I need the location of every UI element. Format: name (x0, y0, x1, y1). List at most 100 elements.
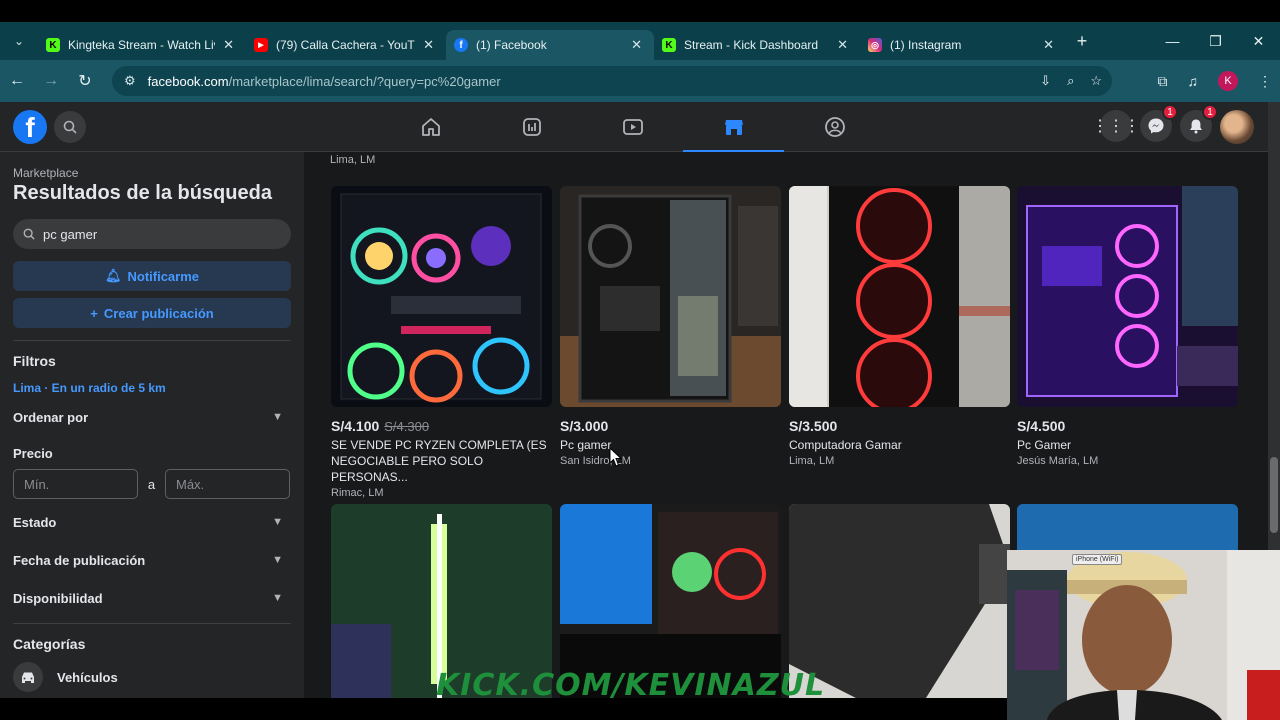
min-price-field[interactable]: Mín. (13, 469, 138, 499)
listing-photo[interactable] (789, 186, 1010, 407)
close-icon[interactable]: ✕ (223, 37, 234, 53)
tab-facebook[interactable]: f (1) Facebook ✕ (446, 30, 654, 60)
listing-title: SE VENDE PC RYZEN COMPLETA (ES NEGOCIABL… (331, 438, 547, 484)
max-price-field[interactable]: Máx. (165, 469, 290, 499)
profile-avatar[interactable]: K (1218, 71, 1238, 91)
facebook-main-nav (380, 102, 885, 153)
nav-marketplace[interactable] (683, 102, 784, 153)
listing-photo[interactable] (1017, 186, 1238, 407)
sort-dropdown[interactable]: Ordenar por ▼ (13, 406, 291, 428)
nav-groups[interactable] (784, 102, 885, 152)
camera-source-label: iPhone (WiFi) (1072, 554, 1123, 565)
listing-price: S/3.000 (560, 418, 781, 434)
chevron-down-icon: ⌄ (13, 34, 25, 48)
marketplace-search-input[interactable]: pc gamer (13, 219, 291, 249)
listing-location: Lima, LM (330, 154, 376, 166)
nav-home[interactable] (380, 102, 481, 152)
restore-icon[interactable]: ❐ (1194, 33, 1237, 50)
chevron-down-icon: ▼ (272, 554, 283, 566)
nav-feeds[interactable] (481, 102, 582, 152)
price-separator: a (147, 476, 156, 492)
notify-button[interactable]: 🔔︎ Notificarme (13, 261, 291, 291)
extensions-icon[interactable]: ⧉ (1158, 73, 1168, 90)
facebook-header: f ⋮⋮⋮ 1 1 (0, 102, 1268, 153)
forward-icon[interactable]: → (34, 72, 68, 90)
breadcrumb-marketplace[interactable]: Marketplace (13, 166, 291, 180)
url-field[interactable]: ⚙ facebook.com/marketplace/lima/search/?… (112, 66, 1112, 96)
availability-dropdown[interactable]: Disponibilidad ▼ (13, 587, 291, 609)
scrollbar-thumb[interactable] (1270, 457, 1278, 533)
install-app-icon[interactable]: ⇩ (1040, 73, 1051, 89)
tab-strip: ⌄ K Kingteka Stream - Watch Liv ✕ ▶ (79)… (0, 22, 1280, 60)
new-tab-button[interactable]: + (1066, 31, 1098, 52)
date-listed-dropdown[interactable]: Fecha de publicación ▼ (13, 549, 291, 571)
create-listing-button[interactable]: + Crear publicación (13, 298, 291, 328)
divider (13, 623, 291, 624)
video-icon (622, 119, 643, 135)
site-settings-icon[interactable]: ⚙ (124, 73, 136, 89)
reload-icon[interactable]: ↻ (68, 71, 102, 91)
listing-card[interactable]: S/4.500 Pc Gamer Jesús María, LM (1017, 186, 1238, 467)
listing-card[interactable]: S/3.500 Computadora Gamar Lima, LM (789, 186, 1010, 467)
close-window-icon[interactable]: ✕ (1237, 33, 1280, 50)
kick-icon: K (46, 38, 60, 52)
zoom-icon[interactable]: ⌕ (1067, 73, 1074, 89)
kick-icon: K (662, 38, 676, 52)
media-control-icon[interactable]: ♫ (1188, 73, 1199, 89)
groups-icon (824, 117, 845, 137)
close-icon[interactable]: ✕ (837, 37, 848, 53)
page-title: Resultados de la búsqueda (13, 182, 272, 204)
tab-title: (1) Instagram (890, 38, 962, 52)
feeds-icon (522, 118, 541, 136)
facebook-search-button[interactable] (54, 111, 86, 143)
close-icon[interactable]: ✕ (1043, 37, 1054, 53)
nav-video[interactable] (582, 102, 683, 152)
tab-title: (1) Facebook (476, 38, 547, 52)
location-filter-link[interactable]: Lima · En un radio de 5 km (13, 381, 291, 395)
condition-dropdown[interactable]: Estado ▼ (13, 511, 291, 533)
listing-photo[interactable] (560, 186, 781, 407)
tab-youtube[interactable]: ▶ (79) Calla Cachera - YouTube ✕ (246, 30, 446, 60)
price-label: Precio (13, 445, 53, 461)
notifications-button[interactable]: 1 (1180, 104, 1218, 142)
listing-price: S/4.500 (1017, 418, 1238, 434)
marketplace-sidebar: Marketplace Resultados de la búsqueda pc… (0, 152, 304, 698)
category-vehicles[interactable]: Vehículos (13, 662, 291, 692)
close-icon[interactable]: ✕ (423, 37, 434, 53)
back-icon[interactable]: ← (0, 72, 34, 90)
tab-kingteka[interactable]: K Kingteka Stream - Watch Liv ✕ (38, 30, 246, 60)
tab-kick-dashboard[interactable]: K Stream - Kick Dashboard ✕ (654, 30, 860, 60)
tab-instagram[interactable]: ◎ (1) Instagram ✕ (860, 30, 1066, 60)
listing-card[interactable]: S/4.100 S/4.300 SE VENDE PC RYZEN COMPLET… (331, 186, 552, 499)
listing-location: Jesús María, LM (1017, 455, 1099, 467)
old-price: S/4.300 (384, 419, 430, 434)
screen-top-border (0, 0, 1280, 22)
search-value: pc gamer (43, 226, 98, 242)
listing-photo[interactable] (331, 186, 552, 407)
plus-icon: + (90, 305, 98, 321)
tab-search-button[interactable]: ⌄ (0, 22, 38, 60)
grid-menu-icon: ⋮⋮⋮ (1092, 118, 1140, 135)
minimize-icon[interactable]: — (1151, 33, 1194, 49)
url-path: /marketplace/lima/search/?query=pc%20gam… (228, 73, 501, 89)
more-menu-icon[interactable]: ⋮ (1258, 73, 1272, 90)
car-icon (13, 662, 43, 692)
availability-label: Disponibilidad (13, 590, 103, 606)
bookmark-star-icon[interactable]: ☆ (1090, 73, 1102, 89)
marketplace-icon (724, 120, 743, 135)
listing-card[interactable]: S/3.000 Pc gamer San Isidro, LM (560, 186, 781, 467)
chevron-down-icon: ▼ (272, 592, 283, 604)
listing-title: Pc gamer (560, 438, 612, 452)
bell-icon (1190, 119, 1202, 134)
account-avatar[interactable] (1220, 110, 1254, 144)
tab-title: Stream - Kick Dashboard (684, 38, 819, 52)
facebook-logo[interactable]: f (13, 110, 47, 144)
messenger-button[interactable]: 1 (1140, 104, 1178, 142)
close-icon[interactable]: ✕ (631, 37, 642, 53)
listing-location: Lima, LM (789, 455, 835, 467)
menu-button[interactable]: ⋮⋮⋮ (1092, 110, 1140, 142)
price-range: Mín. a Máx. (13, 469, 291, 499)
notify-label: Notificarme (127, 268, 200, 284)
search-icon (23, 228, 35, 240)
mouse-cursor-icon (609, 447, 622, 467)
